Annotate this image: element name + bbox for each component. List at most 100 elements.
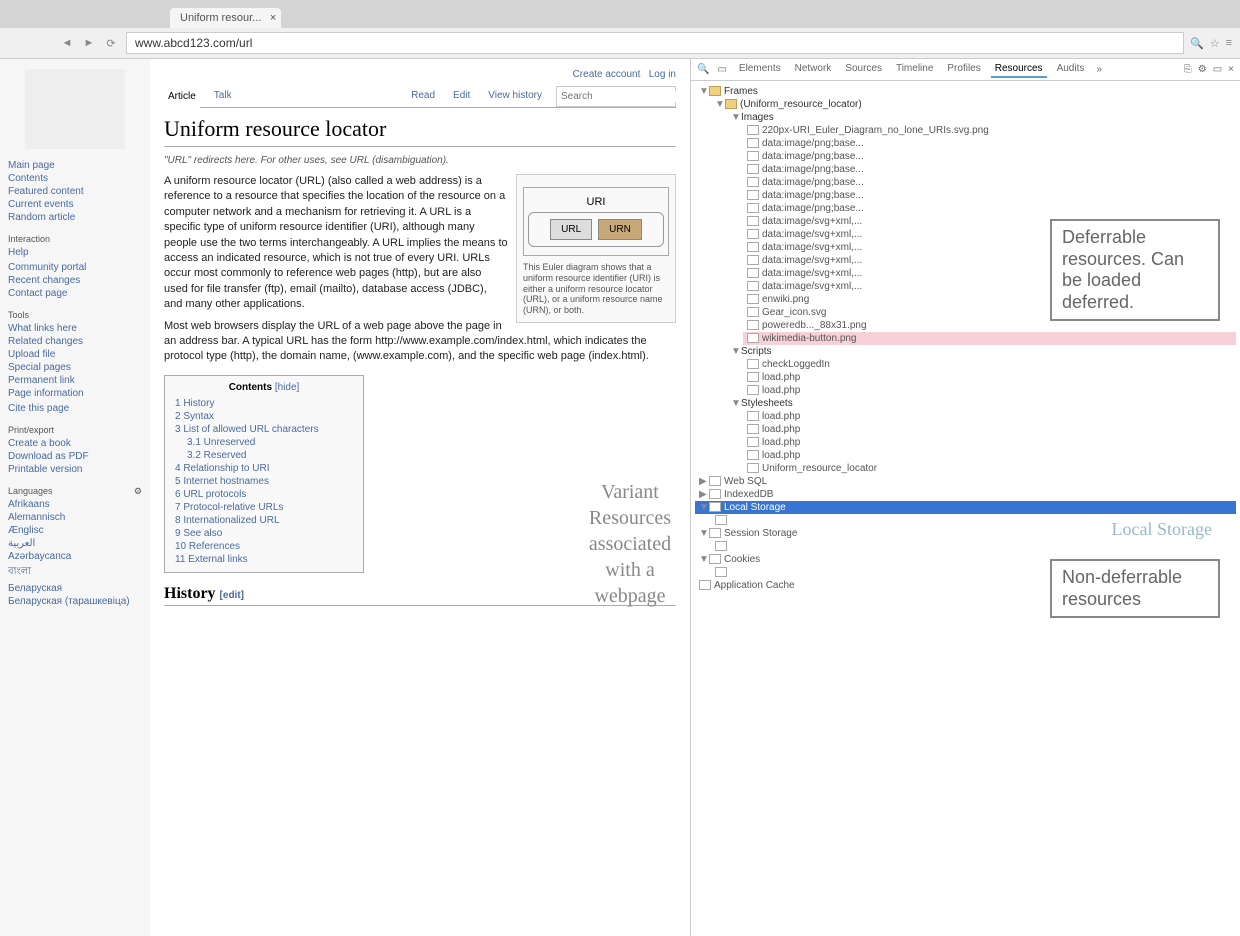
tree-file[interactable]: Uniform_resource_locator — [743, 462, 1236, 475]
toc-item[interactable]: 3 List of allowed URL characters — [175, 423, 353, 436]
console-icon[interactable]: ⎘ — [1184, 64, 1192, 75]
tree-file[interactable]: checkLoggedIn — [743, 358, 1236, 371]
toc-item[interactable]: 7 Protocol-relative URLs — [175, 501, 353, 514]
sidebar-link[interactable]: Current events — [8, 198, 142, 211]
toc-item[interactable]: 6 URL protocols — [175, 488, 353, 501]
close-icon[interactable]: × — [270, 12, 276, 24]
tree-styles-folder[interactable]: ▼Stylesheets — [727, 397, 1236, 410]
sidebar-link[interactable]: Page information — [8, 387, 142, 400]
tree-scripts-folder[interactable]: ▼Scripts — [727, 345, 1236, 358]
tree-file[interactable]: data:image/png;base... — [743, 150, 1236, 163]
toc-item[interactable]: 8 Internationalized URL — [175, 514, 353, 527]
sidebar-link[interactable]: Azərbaycanca — [8, 550, 142, 563]
sidebar-link[interactable]: Featured content — [8, 185, 142, 198]
tree-indexeddb[interactable]: ▶IndexedDB — [695, 488, 1236, 501]
menu-icon[interactable]: ≡ — [1226, 37, 1232, 50]
sidebar-link[interactable]: Contents — [8, 172, 142, 185]
tree-file[interactable]: load.php — [743, 423, 1236, 436]
toc-item[interactable]: 3.2 Reserved — [175, 449, 353, 462]
devtools-tab[interactable]: Audits — [1053, 61, 1089, 78]
devtools-tab[interactable]: Profiles — [943, 61, 984, 78]
tree-file[interactable]: load.php — [743, 436, 1236, 449]
tree-frames[interactable]: ▼Frames — [695, 85, 1236, 98]
sidebar-link[interactable]: Afrikaans — [8, 498, 142, 511]
tree-file[interactable]: wikimedia-button.png — [743, 332, 1236, 345]
tree-file[interactable]: data:image/png;base... — [743, 176, 1236, 189]
search-icon[interactable]: 🔍 — [697, 64, 709, 75]
sidebar-link[interactable]: Download as PDF — [8, 450, 142, 463]
back-icon[interactable]: ◄ — [58, 34, 76, 52]
sidebar-link[interactable]: Special pages — [8, 361, 142, 374]
devtools-tab[interactable]: Timeline — [892, 61, 937, 78]
toc-hide[interactable]: [hide] — [275, 382, 299, 393]
tree-file[interactable]: load.php — [743, 384, 1236, 397]
edit-link[interactable]: [edit] — [220, 590, 244, 601]
url-input[interactable] — [126, 32, 1184, 54]
wiki-logo[interactable] — [25, 69, 125, 149]
sidebar-link[interactable]: Беларуская — [8, 582, 142, 595]
article-tab[interactable]: Read — [407, 86, 439, 107]
tree-file[interactable]: data:image/png;base... — [743, 137, 1236, 150]
toc-item[interactable]: 11 External links — [175, 553, 353, 566]
gear-icon[interactable]: ⚙ — [134, 486, 142, 497]
toc-item[interactable]: 3.1 Unreserved — [175, 436, 353, 449]
sidebar-link[interactable]: Printable version — [8, 463, 142, 476]
sidebar-link[interactable]: Random article — [8, 211, 142, 224]
toc-item[interactable]: 9 See also — [175, 527, 353, 540]
tree-file[interactable]: load.php — [743, 449, 1236, 462]
search-input[interactable] — [561, 91, 693, 102]
sidebar-link[interactable]: What links here — [8, 322, 142, 335]
inspect-icon[interactable]: ▭ — [717, 64, 726, 75]
devtools-tab[interactable]: Resources — [991, 61, 1047, 78]
sidebar-link[interactable]: Alemannisch — [8, 511, 142, 524]
article-tab[interactable]: Talk — [210, 86, 236, 107]
sidebar-link[interactable]: العربية — [8, 537, 142, 550]
login-link[interactable]: Log in — [649, 69, 676, 80]
browser-tab[interactable]: Uniform resour... × — [170, 8, 281, 28]
tree-file[interactable]: load.php — [743, 371, 1236, 384]
tree-websql[interactable]: ▶Web SQL — [695, 475, 1236, 488]
sidebar-link[interactable]: Main page — [8, 159, 142, 172]
close-icon[interactable]: × — [1228, 64, 1234, 75]
reload-icon[interactable]: ⟳ — [102, 34, 120, 52]
toc-item[interactable]: 4 Relationship to URI — [175, 462, 353, 475]
gear-icon[interactable]: ⚙ — [1198, 64, 1207, 75]
tree-frame[interactable]: ▼(Uniform_resource_locator) — [711, 98, 1236, 111]
more-icon[interactable]: » — [1096, 64, 1102, 75]
sidebar-link[interactable]: Ænglisc — [8, 524, 142, 537]
tree-file[interactable]: data:image/png;base... — [743, 163, 1236, 176]
tree-file[interactable]: data:image/png;base... — [743, 202, 1236, 215]
sidebar-link[interactable]: Related changes — [8, 335, 142, 348]
sidebar-link[interactable]: Upload file — [8, 348, 142, 361]
tree-localstorage[interactable]: ▼Local Storage — [695, 501, 1236, 514]
sidebar-link[interactable]: বাংলা — [8, 563, 142, 582]
devtools-tab[interactable]: Sources — [841, 61, 886, 78]
tree-file[interactable]: load.php — [743, 410, 1236, 423]
tree-file[interactable]: 220px-URI_Euler_Diagram_no_lone_URIs.svg… — [743, 124, 1236, 137]
create-account-link[interactable]: Create account — [573, 69, 641, 80]
sidebar-link[interactable]: Contact page — [8, 287, 142, 300]
sidebar-link[interactable]: Help — [8, 246, 142, 259]
toc-item[interactable]: 1 History — [175, 397, 353, 410]
star-icon[interactable]: ☆ — [1210, 37, 1220, 50]
tree-file[interactable]: data:image/png;base... — [743, 189, 1236, 202]
tree-storage-item[interactable] — [711, 540, 1236, 553]
dock-icon[interactable]: ▭ — [1213, 64, 1222, 75]
article-tab[interactable]: View history — [484, 86, 546, 107]
toc-item[interactable]: 5 Internet hostnames — [175, 475, 353, 488]
sidebar-link[interactable]: Create a book — [8, 437, 142, 450]
sidebar-link[interactable]: Беларуская (тарашкевіца) — [8, 595, 142, 608]
search-icon[interactable]: 🔍 — [1190, 37, 1204, 50]
article-tab[interactable]: Edit — [449, 86, 474, 107]
sidebar-link[interactable]: Community portal — [8, 261, 142, 274]
sidebar-link[interactable]: Recent changes — [8, 274, 142, 287]
search-box[interactable]: 🔍 — [556, 86, 676, 107]
tree-images-folder[interactable]: ▼Images — [727, 111, 1236, 124]
forward-icon[interactable]: ► — [80, 34, 98, 52]
toc-item[interactable]: 2 Syntax — [175, 410, 353, 423]
sidebar-link[interactable]: Cite this page — [8, 402, 142, 415]
article-tab[interactable]: Article — [164, 87, 200, 108]
toc-item[interactable]: 10 References — [175, 540, 353, 553]
devtools-tab[interactable]: Elements — [735, 61, 785, 78]
sidebar-link[interactable]: Permanent link — [8, 374, 142, 387]
